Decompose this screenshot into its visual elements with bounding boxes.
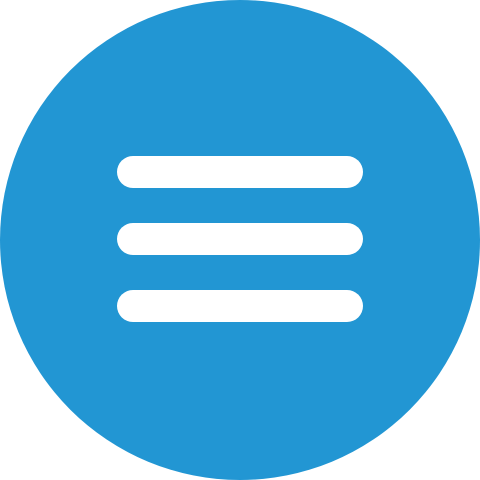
menu-bar-middle bbox=[117, 223, 363, 255]
menu-bar-bottom bbox=[117, 290, 363, 322]
hamburger-menu-icon bbox=[117, 156, 363, 322]
menu-bar-top bbox=[117, 156, 363, 188]
menu-button[interactable] bbox=[0, 0, 480, 480]
